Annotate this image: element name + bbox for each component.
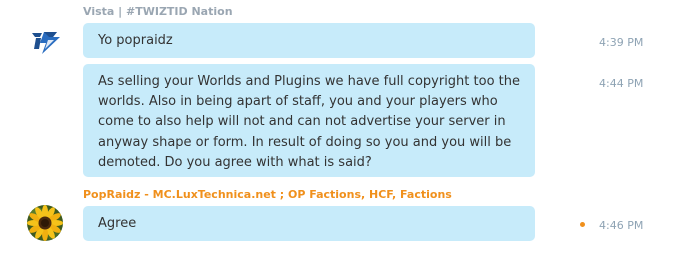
message-text: Yo popraidz	[98, 33, 173, 48]
message-text: Agree	[98, 216, 137, 231]
unread-indicator	[580, 222, 585, 227]
sender-name[interactable]: PopRaidz - MC.LuxTechnica.net ; OP Facti…	[83, 188, 452, 201]
twiztid-logo-icon	[27, 23, 63, 59]
avatar[interactable]	[27, 205, 63, 241]
message-bubble[interactable]: As selling your Worlds and Plugins we ha…	[83, 64, 535, 177]
message-timestamp: 4:46 PM	[599, 219, 644, 232]
sender-name[interactable]: Vista | #TWIZTID Nation	[83, 5, 233, 18]
message-bubble[interactable]: Agree	[83, 206, 535, 241]
avatar[interactable]	[27, 23, 63, 59]
sunflower-avatar-icon	[27, 205, 63, 241]
message-text: As selling your Worlds and Plugins we ha…	[98, 74, 520, 170]
message-timestamp: 4:44 PM	[599, 77, 644, 90]
message-bubble[interactable]: Yo popraidz	[83, 23, 535, 58]
message-timestamp: 4:39 PM	[599, 36, 644, 49]
